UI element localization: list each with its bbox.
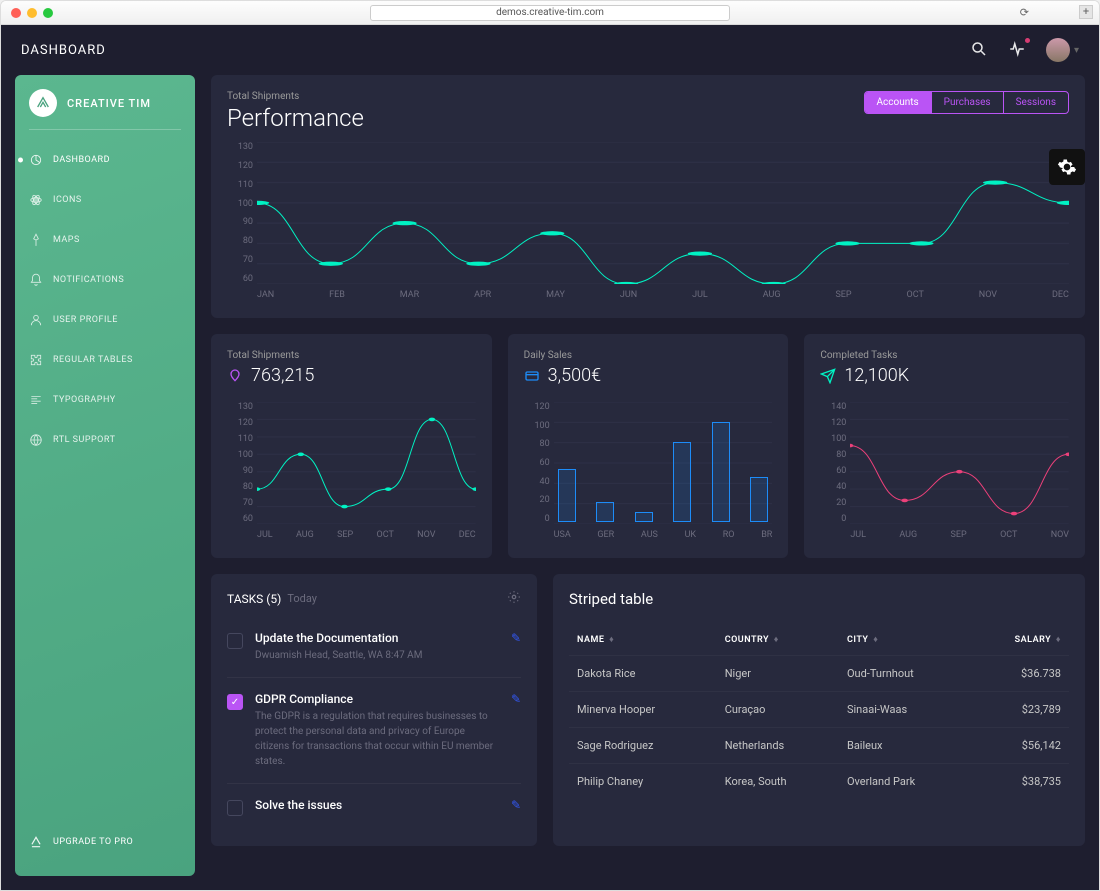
minimize-icon[interactable]	[27, 8, 37, 18]
task-title: Update the Documentation	[255, 631, 499, 645]
bell-icon	[29, 273, 43, 287]
checkbox[interactable]: ✓	[227, 694, 243, 710]
sidebar-item-icons[interactable]: ICONS	[15, 180, 195, 220]
sidebar-item-label: MAPS	[53, 235, 80, 245]
upgrade-button[interactable]: UPGRADE TO PRO	[15, 822, 195, 862]
checkbox[interactable]	[227, 633, 243, 649]
edit-icon[interactable]: ✎	[511, 631, 521, 663]
new-tab-button[interactable]: +	[1079, 5, 1093, 19]
brand-name: CREATIVE TIM	[67, 97, 151, 110]
sidebar-item-label: DASHBOARD	[53, 155, 110, 165]
striped-table-card: Striped table NAME ♦COUNTRY ♦CITY ♦SALAR…	[553, 574, 1085, 846]
col-salary[interactable]: SALARY ♦	[971, 624, 1069, 656]
task-item: ✓ GDPR Compliance The GDPR is a regulation…	[227, 677, 521, 783]
task-title: GDPR Compliance	[255, 692, 499, 706]
table-row[interactable]: Dakota RiceNigerOud-Turnhout$36.738	[569, 656, 1069, 692]
tasks-count: (5)	[266, 592, 281, 606]
avatar[interactable]	[1046, 38, 1070, 62]
sidebar-item-notifications[interactable]: NOTIFICATIONS	[15, 260, 195, 300]
col-country[interactable]: COUNTRY ♦	[717, 624, 839, 656]
tasks-sub: Today	[287, 592, 317, 605]
completed-subtitle: Completed Tasks	[820, 350, 1069, 361]
sidebar-item-label: ICONS	[53, 195, 82, 205]
sidebar-item-label: TYPOGRAPHY	[53, 395, 116, 405]
tasks-card: TASKS (5) Today Update the Documentation…	[211, 574, 537, 846]
col-name[interactable]: NAME ♦	[569, 624, 717, 656]
puzzle-icon	[29, 353, 43, 367]
task-desc: Dwuamish Head, Seattle, WA 8:47 AM	[255, 648, 499, 663]
data-table: NAME ♦COUNTRY ♦CITY ♦SALARY ♦ Dakota Ric…	[569, 624, 1069, 799]
task-item: Solve the issues ✎	[227, 783, 521, 830]
chevron-down-icon[interactable]: ▾	[1074, 45, 1079, 56]
task-title: Solve the issues	[255, 798, 499, 812]
sidebar-item-label: NOTIFICATIONS	[53, 275, 124, 285]
activity-icon[interactable]	[1008, 40, 1028, 60]
table-row[interactable]: Philip ChaneyKorea, SouthOverland Park$3…	[569, 764, 1069, 800]
user-icon	[29, 313, 43, 327]
shipments-subtitle: Total Shipments	[227, 350, 476, 361]
sort-icon: ♦	[873, 635, 878, 645]
performance-card: Total Shipments Performance AccountsPurc…	[211, 75, 1085, 318]
tasks-settings-icon[interactable]	[507, 590, 521, 607]
task-desc: The GDPR is a regulation that requires b…	[255, 709, 499, 769]
sidebar-item-label: RTL SUPPORT	[53, 435, 115, 445]
edit-icon[interactable]: ✎	[511, 798, 521, 816]
tab-sessions[interactable]: Sessions	[1003, 92, 1068, 113]
globe-icon	[29, 433, 43, 447]
sales-subtitle: Daily Sales	[524, 350, 773, 361]
search-icon[interactable]	[970, 40, 990, 60]
sidebar-item-user-profile[interactable]: USER PROFILE	[15, 300, 195, 340]
align-icon	[29, 393, 43, 407]
sidebar-item-dashboard[interactable]: DASHBOARD	[15, 140, 195, 180]
sidebar-item-typography[interactable]: TYPOGRAPHY	[15, 380, 195, 420]
sidebar-item-maps[interactable]: MAPS	[15, 220, 195, 260]
performance-chart: 13012011010090807060JANFEBMARAPRMAYJUNJU…	[227, 142, 1069, 302]
sort-icon: ♦	[774, 635, 779, 645]
shipments-card: Total Shipments 763,215 1301201101009080…	[211, 334, 492, 558]
page-title: DASHBOARD	[21, 43, 106, 58]
shipments-value: 763,215	[251, 365, 314, 386]
tasks-heading: TASKS	[227, 592, 263, 606]
brand-logo[interactable]	[29, 89, 57, 117]
sidebar-item-rtl-support[interactable]: RTL SUPPORT	[15, 420, 195, 460]
sidebar-item-label: USER PROFILE	[53, 315, 118, 325]
table-title: Striped table	[569, 590, 1069, 608]
pin-icon	[29, 233, 43, 247]
tab-accounts[interactable]: Accounts	[865, 92, 931, 113]
completed-card: Completed Tasks 12,100K 1401201008060402…	[804, 334, 1085, 558]
settings-button[interactable]	[1049, 149, 1085, 185]
browser-titlebar: demos.creative-tim.com ⟳ +	[1, 1, 1099, 25]
table-row[interactable]: Minerva HooperCuraçaoSinaai-Waas$23,789	[569, 692, 1069, 728]
edit-icon[interactable]: ✎	[511, 692, 521, 769]
table-row[interactable]: Sage RodriguezNetherlandsBaileux$56,142	[569, 728, 1069, 764]
sales-value: 3,500€	[548, 365, 601, 386]
chart-pie-icon	[29, 153, 43, 167]
sidebar-item-label: REGULAR TABLES	[53, 355, 133, 365]
task-item: Update the Documentation Dwuamish Head, S…	[227, 617, 521, 677]
close-icon[interactable]	[11, 8, 21, 18]
atom-icon	[29, 193, 43, 207]
url-bar[interactable]: demos.creative-tim.com	[370, 5, 730, 21]
completed-value: 12,100K	[844, 365, 909, 386]
completed-chart: 140120100806040200JULAUGSEPOCTNOV	[820, 402, 1069, 542]
sales-chart: 120100806040200USAGERAUSUKROBR	[524, 402, 773, 542]
refresh-icon[interactable]: ⟳	[1020, 6, 1029, 19]
sort-icon: ♦	[609, 635, 614, 645]
perf-subtitle: Total Shipments	[227, 91, 364, 102]
tab-purchases[interactable]: Purchases	[931, 92, 1003, 113]
perf-title: Performance	[227, 104, 364, 132]
sales-card: Daily Sales 3,500€ 120100806040200USAGER…	[508, 334, 789, 558]
maximize-icon[interactable]	[43, 8, 53, 18]
sort-icon: ♦	[1056, 635, 1061, 645]
sidebar: CREATIVE TIM DASHBOARD ICONS MAPS NOTIFICAT…	[15, 75, 195, 876]
checkbox[interactable]	[227, 800, 243, 816]
sidebar-item-regular-tables[interactable]: REGULAR TABLES	[15, 340, 195, 380]
col-city[interactable]: CITY ♦	[839, 624, 971, 656]
shipments-chart: 13012011010090807060JULAUGSEPOCTNOVDEC	[227, 402, 476, 542]
